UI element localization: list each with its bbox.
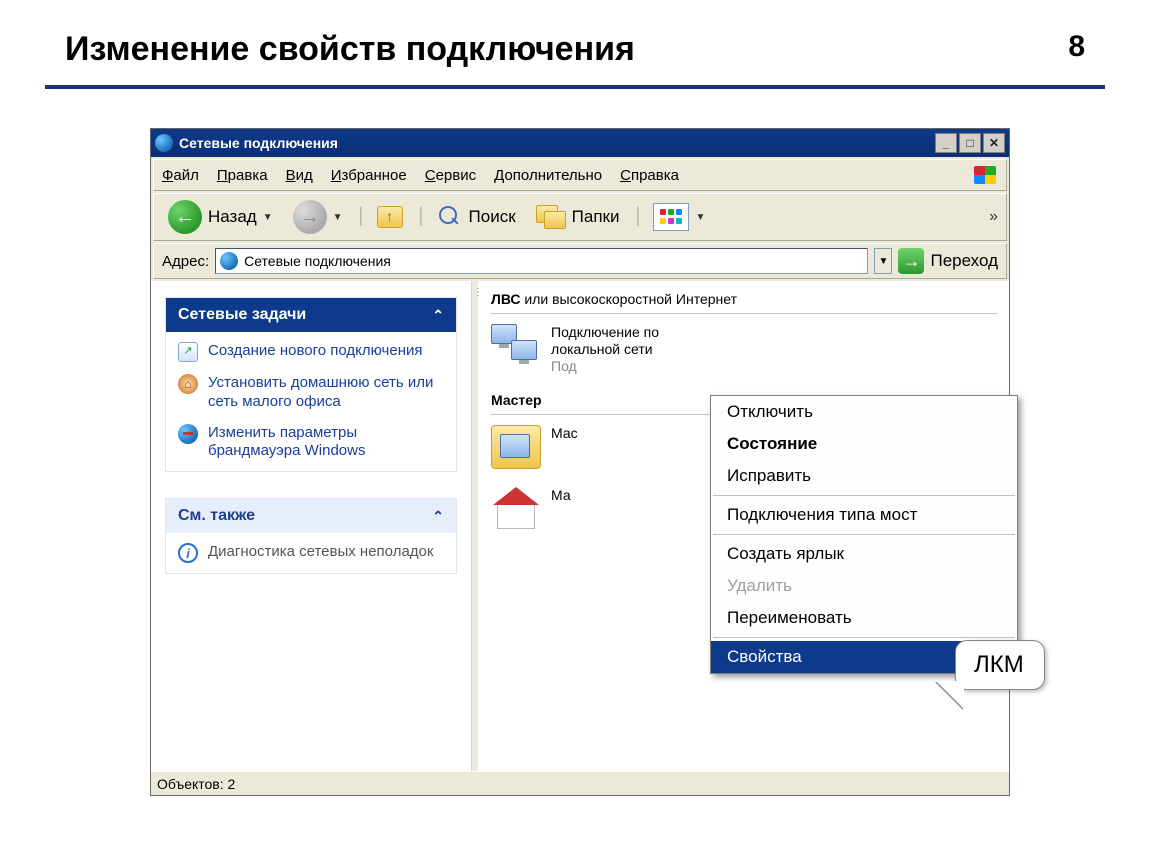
status-text: Объектов: 2 (157, 776, 235, 792)
context-menu-separator (713, 495, 1015, 496)
menu-bar: Файл Правка Вид Избранное Сервис Дополни… (153, 159, 1007, 191)
menu-favorites[interactable]: Избранное (331, 167, 407, 184)
house-icon (491, 487, 541, 531)
arrow-right-icon: → (898, 248, 924, 274)
see-also-title: См. также (178, 507, 255, 525)
group-lan-header: ЛВС или высокоскоростной Интернет (491, 291, 997, 307)
see-also-box: См. также ⌃ Диагностика сетевых неполадо… (165, 498, 457, 574)
menu-edit[interactable]: Правка (217, 167, 268, 184)
menu-tools[interactable]: Сервис (425, 167, 476, 184)
link-label: Диагностика сетевых неполадок (208, 543, 433, 560)
lan-connection-icon (491, 324, 541, 368)
task-pane: Сетевые задачи ⌃ Создание нового подключ… (151, 281, 471, 771)
globe-icon (155, 134, 173, 152)
context-menu-item: Удалить (711, 570, 1017, 602)
back-button[interactable]: ← Назад ▼ (162, 198, 279, 236)
item-label: Подключение по локальной сети Под (551, 324, 731, 374)
folders-icon (536, 205, 566, 229)
item-label: Ма (551, 487, 571, 504)
address-bar: Адрес: Сетевые подключения ▼ → Переход (153, 243, 1007, 279)
group-divider (491, 313, 997, 314)
network-tasks-box: Сетевые задачи ⌃ Создание нового подключ… (165, 297, 457, 472)
task-label: Создание нового подключения (208, 342, 422, 361)
context-menu-item[interactable]: Состояние (711, 428, 1017, 460)
window-title: Сетевые подключения (179, 135, 935, 151)
task-new-connection[interactable]: Создание нового подключения (178, 342, 444, 362)
link-diagnostics[interactable]: Диагностика сетевых неполадок (178, 543, 444, 563)
status-bar: Объектов: 2 (151, 771, 1009, 795)
context-menu-item[interactable]: Отключить (711, 396, 1017, 428)
chevron-up-icon: ⌃ (432, 508, 444, 525)
slide-page-number: 8 (1068, 30, 1085, 64)
wizard-folder-icon (491, 425, 541, 469)
address-label: Адрес: (162, 253, 209, 270)
menu-advanced[interactable]: Дополнительно (494, 167, 602, 184)
menu-help[interactable]: Справка (620, 167, 679, 184)
info-icon (178, 543, 198, 563)
toolbar: ← Назад ▼ → ▼ │ │ Поиск Папки │ ▼ » (153, 193, 1007, 241)
slide-title: Изменение свойств подключения (65, 30, 635, 69)
folder-up-icon (377, 206, 403, 228)
views-button[interactable]: ▼ (647, 201, 711, 233)
go-label: Переход (930, 251, 998, 271)
context-menu-separator (713, 534, 1015, 535)
globe-icon (220, 252, 238, 270)
search-button[interactable]: Поиск (431, 202, 522, 232)
arrow-right-icon: → (293, 200, 327, 234)
close-button[interactable]: ✕ (983, 133, 1005, 153)
folders-button[interactable]: Папки (530, 203, 626, 231)
maximize-button[interactable]: □ (959, 133, 981, 153)
item-label: Мас (551, 425, 578, 442)
window-buttons: _ □ ✕ (935, 133, 1005, 153)
folders-label: Папки (572, 207, 620, 227)
context-menu-item[interactable]: Переименовать (711, 602, 1017, 634)
toolbar-overflow[interactable]: » (989, 208, 998, 226)
context-menu: ОтключитьСостояниеИсправить Подключения т… (710, 395, 1018, 674)
chevron-down-icon[interactable]: ▼ (263, 212, 273, 223)
callout-lkm: ЛКМ (955, 640, 1045, 690)
menu-view[interactable]: Вид (286, 167, 313, 184)
arrow-left-icon: ← (168, 200, 202, 234)
context-menu-item[interactable]: Исправить (711, 460, 1017, 492)
task-label: Изменить параметры брандмауэра Windows (208, 424, 444, 462)
views-icon (653, 203, 689, 231)
task-firewall[interactable]: Изменить параметры брандмауэра Windows (178, 424, 444, 462)
network-tasks-title: Сетевые задачи (178, 306, 306, 324)
go-button[interactable]: → Переход (898, 248, 998, 274)
pane-splitter[interactable] (471, 281, 479, 771)
network-tasks-body: Создание нового подключения Установить д… (166, 332, 456, 471)
forward-button[interactable]: → ▼ (287, 198, 349, 236)
firewall-icon (178, 424, 198, 444)
address-value: Сетевые подключения (244, 253, 391, 269)
toolbar-separator: │ (417, 208, 423, 226)
task-home-network[interactable]: Установить домашнюю сеть или сеть малого… (178, 374, 444, 412)
address-dropdown[interactable]: ▼ (874, 248, 892, 274)
window-titlebar[interactable]: Сетевые подключения _ □ ✕ (151, 129, 1009, 157)
up-button[interactable] (371, 204, 409, 230)
search-label: Поиск (469, 207, 516, 227)
item-local-connection[interactable]: Подключение по локальной сети Под (491, 324, 997, 374)
context-menu-separator (713, 637, 1015, 638)
address-input[interactable]: Сетевые подключения (215, 248, 868, 274)
slide-divider (45, 85, 1105, 89)
search-icon (437, 204, 463, 230)
back-label: Назад (208, 207, 257, 227)
context-menu-item[interactable]: Подключения типа мост (711, 499, 1017, 531)
toolbar-separator: │ (633, 208, 639, 226)
wizard-icon (178, 342, 198, 362)
windows-flag-icon (972, 164, 998, 186)
network-tasks-header[interactable]: Сетевые задачи ⌃ (166, 298, 456, 332)
see-also-header[interactable]: См. также ⌃ (166, 499, 456, 533)
see-also-body: Диагностика сетевых неполадок (166, 533, 456, 573)
menu-file[interactable]: Файл (162, 167, 199, 184)
context-menu-item[interactable]: Создать ярлык (711, 538, 1017, 570)
home-network-icon (178, 374, 198, 394)
toolbar-separator: │ (357, 208, 363, 226)
chevron-down-icon[interactable]: ▼ (333, 212, 343, 223)
chevron-up-icon: ⌃ (432, 307, 444, 324)
task-label: Установить домашнюю сеть или сеть малого… (208, 374, 444, 412)
chevron-down-icon[interactable]: ▼ (695, 212, 705, 223)
minimize-button[interactable]: _ (935, 133, 957, 153)
